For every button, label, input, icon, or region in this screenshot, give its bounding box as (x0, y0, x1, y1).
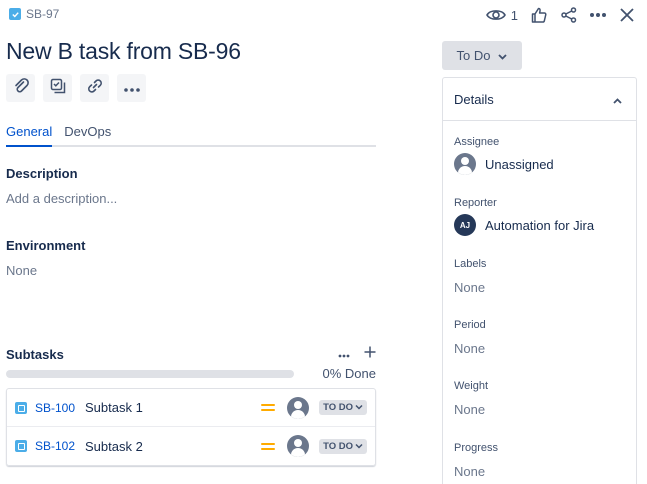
details-panel: Details Assignee Unassigned Reporter AJ … (442, 77, 637, 484)
labels-field: Labels None (454, 258, 486, 295)
reporter-value[interactable]: AJ Automation for Jira (454, 214, 594, 236)
progress-text: 0% Done (322, 366, 376, 381)
issue-key[interactable]: SB-97 (26, 7, 59, 21)
assignee-value[interactable]: Unassigned (454, 153, 554, 175)
issue-toolbar (6, 74, 146, 102)
subtasks-header: Subtasks (6, 345, 376, 363)
description-label: Description (6, 166, 78, 181)
environment-label: Environment (6, 238, 86, 253)
more-icon[interactable] (585, 12, 611, 18)
subtask-list: SB-100 Subtask 1 TO DO SB-102 Subtask 2 … (6, 388, 376, 466)
subtasks-actions (338, 345, 376, 363)
subtask-icon (50, 78, 66, 99)
details-header[interactable]: Details (443, 78, 636, 121)
details-title: Details (454, 91, 494, 107)
description-field[interactable]: Add a description... (6, 191, 117, 206)
chevron-up-icon[interactable] (613, 92, 622, 107)
reporter-field: Reporter AJ Automation for Jira (454, 197, 594, 236)
chevron-down-icon (355, 402, 363, 413)
weight-field: Weight None (454, 380, 488, 417)
status-label: TO DO (323, 402, 353, 413)
avatar-icon (454, 153, 476, 175)
period-label: Period (454, 319, 486, 331)
period-value[interactable]: None (454, 341, 486, 356)
subtasks-label: Subtasks (6, 346, 64, 362)
close-icon[interactable] (615, 7, 639, 23)
plus-icon[interactable] (364, 345, 376, 363)
task-type-icon (9, 8, 21, 20)
subtask-type-icon (15, 440, 27, 452)
avatar: AJ (454, 214, 476, 236)
progress-value[interactable]: None (454, 464, 498, 479)
list-item[interactable]: SB-102 Subtask 2 TO DO (7, 427, 375, 465)
weight-value[interactable]: None (454, 402, 488, 417)
watch-count[interactable]: 1 (511, 8, 518, 23)
more-icon[interactable] (338, 345, 350, 363)
avatar-icon[interactable] (287, 396, 310, 419)
status-label: TO DO (323, 440, 353, 452)
thumbs-up-icon[interactable] (527, 7, 551, 23)
environment-field[interactable]: None (6, 263, 37, 278)
paperclip-icon (13, 77, 29, 99)
more-icon (123, 79, 140, 97)
weight-label: Weight (454, 380, 489, 392)
progress-label: Progress (454, 442, 499, 454)
list-item[interactable]: SB-100 Subtask 1 TO DO (7, 389, 375, 427)
priority-medium-icon (261, 442, 276, 450)
period-field: Period None (454, 319, 486, 356)
priority-medium-icon (261, 404, 276, 411)
status-transition-button[interactable]: To Do (442, 41, 522, 70)
eye-icon[interactable] (484, 8, 508, 22)
chevron-down-icon (355, 441, 363, 452)
issue-title[interactable]: New B task from SB-96 (6, 38, 241, 65)
attach-button[interactable] (6, 74, 35, 102)
chevron-down-icon (498, 48, 508, 63)
link-icon (87, 78, 103, 99)
labels-label: Labels (454, 258, 487, 270)
share-icon[interactable] (557, 7, 581, 23)
issue-actions-bar: 1 (484, 3, 639, 27)
subtask-key[interactable]: SB-100 (35, 401, 85, 415)
status-badge[interactable]: TO DO (319, 438, 367, 454)
more-actions-button[interactable] (117, 74, 146, 102)
subtask-key[interactable]: SB-102 (35, 439, 85, 453)
subtask-type-icon (15, 401, 27, 414)
reporter-label: Reporter (454, 197, 497, 209)
assignee-field: Assignee Unassigned (454, 136, 554, 175)
subtasks-progress: 0% Done (6, 366, 376, 381)
tab-devops[interactable]: DevOps (64, 124, 111, 145)
tab-general[interactable]: General (6, 124, 53, 147)
issue-tabs: General DevOps (6, 124, 376, 147)
assignee-label: Assignee (454, 136, 500, 148)
progress-field: Progress None (454, 442, 498, 479)
labels-value[interactable]: None (454, 280, 486, 295)
reporter-name: Automation for Jira (485, 217, 595, 233)
issue-key-breadcrumb[interactable]: SB-97 (9, 7, 59, 21)
assignee-name: Unassigned (485, 156, 554, 172)
subtask-summary[interactable]: Subtask 1 (85, 400, 261, 415)
subtask-summary[interactable]: Subtask 2 (85, 439, 261, 454)
avatar-icon[interactable] (287, 435, 310, 457)
create-subtask-button[interactable] (43, 74, 72, 102)
status-badge[interactable]: TO DO (319, 400, 367, 415)
link-issue-button[interactable] (80, 74, 109, 102)
status-label: To Do (456, 48, 491, 63)
progress-bar (6, 369, 294, 378)
